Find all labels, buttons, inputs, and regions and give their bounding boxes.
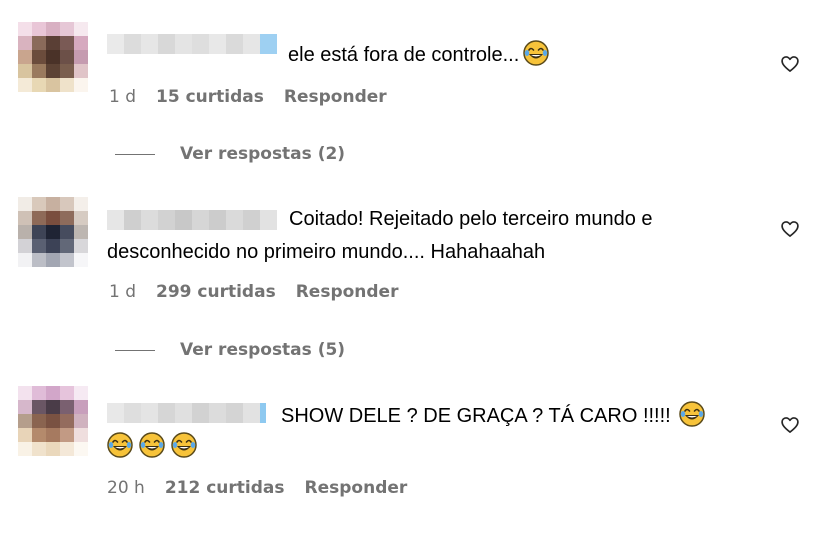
likes-count[interactable]: 212 curtidas	[165, 478, 285, 498]
view-replies-button[interactable]: Ver respostas (5)	[115, 340, 345, 360]
view-replies-label: Ver respostas (5)	[180, 340, 346, 360]
divider-line	[115, 153, 155, 155]
heart-outline-icon[interactable]	[780, 219, 800, 239]
reply-button[interactable]: Responder	[296, 282, 399, 302]
face-with-tears-of-joy-icon	[171, 432, 197, 458]
face-with-tears-of-joy-icon	[107, 432, 133, 458]
username-blurred[interactable]	[107, 210, 277, 230]
comment-time: 1 d	[109, 87, 137, 107]
comment-meta: 1 d 15 curtidas Responder	[109, 87, 387, 107]
reply-button[interactable]: Responder	[305, 478, 408, 498]
reply-button[interactable]: Responder	[284, 87, 387, 107]
username-blurred[interactable]	[107, 34, 277, 54]
likes-count[interactable]: 15 curtidas	[156, 87, 264, 107]
face-with-tears-of-joy-icon	[139, 432, 165, 458]
username-blurred[interactable]	[107, 403, 266, 423]
comment-text: SHOW DELE ? DE GRAÇA ? TÁ CARO !!!!!	[281, 401, 705, 430]
comment-meta: 1 d 299 curtidas Responder	[109, 282, 398, 302]
avatar[interactable]	[18, 386, 88, 456]
heart-outline-icon[interactable]	[780, 54, 800, 74]
comment-time: 1 d	[109, 282, 137, 302]
view-replies-label: Ver respostas (2)	[180, 144, 346, 164]
heart-outline-icon[interactable]	[780, 415, 800, 435]
comment-time: 20 h	[107, 478, 145, 498]
avatar[interactable]	[18, 197, 88, 267]
face-with-tears-of-joy-icon	[679, 401, 705, 427]
likes-count[interactable]: 299 curtidas	[156, 282, 276, 302]
comment-text-line-1: Coitado! Rejeitado pelo terceiro mundo e	[289, 208, 653, 230]
comment-text-line-2: desconhecido no primeiro mundo.... Hahah…	[107, 241, 546, 263]
divider-line	[115, 349, 155, 351]
face-with-tears-of-joy-icon	[523, 40, 549, 66]
emoji-line	[107, 432, 197, 458]
avatar[interactable]	[18, 22, 88, 92]
comment-meta: 20 h 212 curtidas Responder	[107, 478, 407, 498]
view-replies-button[interactable]: Ver respostas (2)	[115, 144, 345, 164]
comment-text: ele está fora de controle...	[288, 40, 549, 69]
